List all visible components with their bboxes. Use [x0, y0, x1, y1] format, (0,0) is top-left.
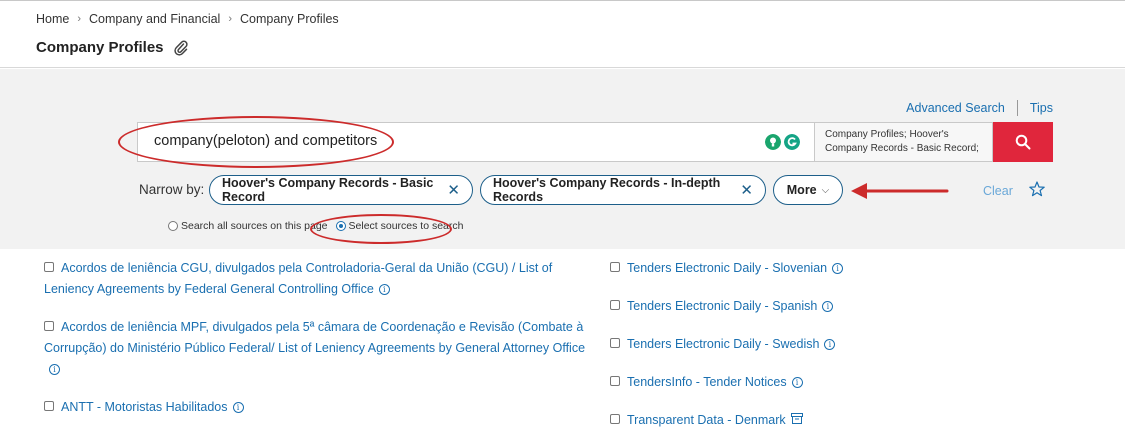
list-item[interactable]: TendersInfo - Tender Notices i: [610, 372, 1090, 393]
radio-select-sources[interactable]: [335, 221, 346, 231]
chevron-right-icon: ›: [228, 13, 233, 25]
more-filters-button[interactable]: More ⌵: [773, 175, 843, 205]
star-icon[interactable]: [1029, 181, 1045, 197]
list-item[interactable]: Acordos de leniência MPF, divulgados pel…: [44, 317, 589, 380]
archive-icon[interactable]: [790, 413, 803, 424]
radio-all-sources-label[interactable]: Search all sources on this page: [181, 220, 328, 232]
source-checkbox[interactable]: [610, 300, 620, 310]
source-link[interactable]: Tenders Electronic Daily - Slovenian: [627, 261, 827, 275]
filter-chip-basic-record[interactable]: Hoover's Company Records - Basic Record …: [209, 175, 473, 205]
clear-filters-link[interactable]: Clear: [983, 184, 1013, 198]
list-item[interactable]: Transparent Data - Denmark: [610, 410, 1090, 431]
page-title-text: Company Profiles: [36, 39, 164, 56]
chevron-down-icon: ⌵: [821, 184, 830, 196]
top-header: Home › Company and Financial › Company P…: [0, 0, 1125, 68]
breadcrumb-current: Company Profiles: [240, 12, 339, 26]
source-link[interactable]: ANTT - Motoristas Habilitados: [61, 400, 228, 414]
search-icon: [1015, 134, 1031, 150]
source-list-left: Acordos de leniência CGU, divulgados pel…: [44, 258, 589, 435]
search-panel: Advanced Search Tips Company Profiles; H…: [0, 69, 1125, 249]
paperclip-icon[interactable]: [173, 40, 188, 56]
list-item[interactable]: Tenders Electronic Daily - Spanish i: [610, 296, 1090, 317]
more-label: More: [786, 183, 817, 197]
breadcrumb-section[interactable]: Company and Financial: [89, 12, 220, 26]
narrow-by-label: Narrow by:: [139, 182, 205, 197]
source-scope-options: Search all sources on this page Select s…: [168, 220, 464, 232]
source-checkbox[interactable]: [610, 376, 620, 386]
annotation-arrow: [851, 183, 949, 199]
chevron-right-icon: ›: [77, 13, 82, 25]
list-item[interactable]: Tenders Electronic Daily - Swedish i: [610, 334, 1090, 355]
source-checkbox[interactable]: [44, 321, 54, 331]
search-links: Advanced Search Tips: [906, 100, 1053, 116]
advanced-search-link[interactable]: Advanced Search: [906, 101, 1005, 115]
bulb-extension-icon[interactable]: [765, 134, 781, 150]
source-link[interactable]: Tenders Electronic Daily - Swedish: [627, 337, 819, 351]
search-input[interactable]: [154, 133, 754, 149]
source-checkbox[interactable]: [610, 338, 620, 348]
info-icon[interactable]: i: [832, 263, 844, 274]
page-title: Company Profiles: [36, 39, 188, 56]
source-checkbox[interactable]: [610, 262, 620, 272]
breadcrumb: Home › Company and Financial › Company P…: [36, 12, 339, 26]
filter-chip-in-depth-records[interactable]: Hoover's Company Records - In-depth Reco…: [480, 175, 766, 205]
info-icon[interactable]: i: [232, 402, 244, 413]
source-checkbox[interactable]: [44, 401, 54, 411]
source-link[interactable]: Tenders Electronic Daily - Spanish: [627, 299, 817, 313]
source-checkbox[interactable]: [44, 262, 54, 272]
radio-all-sources[interactable]: [168, 221, 178, 231]
source-link[interactable]: Acordos de leniência CGU, divulgados pel…: [44, 261, 552, 296]
info-icon[interactable]: i: [378, 284, 390, 295]
close-icon[interactable]: ✕: [740, 181, 753, 199]
chip-label: Hoover's Company Records - Basic Record: [222, 176, 434, 204]
breadcrumb-home[interactable]: Home: [36, 12, 69, 26]
list-item[interactable]: ANTT - Motoristas Habilitados i: [44, 397, 589, 418]
info-icon[interactable]: i: [791, 377, 803, 388]
grammarly-icon[interactable]: [784, 134, 800, 150]
search-button[interactable]: [993, 122, 1053, 162]
source-link[interactable]: Acordos de leniência MPF, divulgados pel…: [44, 320, 585, 355]
source-checkbox[interactable]: [610, 414, 620, 424]
info-icon[interactable]: i: [824, 339, 836, 350]
list-item[interactable]: Tenders Electronic Daily - Slovenian i: [610, 258, 1090, 279]
search-box: [137, 122, 815, 162]
close-icon[interactable]: ✕: [447, 181, 460, 199]
radio-select-sources-label[interactable]: Select sources to search: [349, 220, 464, 232]
list-item[interactable]: Acordos de leniência CGU, divulgados pel…: [44, 258, 589, 300]
source-link[interactable]: TendersInfo - Tender Notices: [627, 375, 787, 389]
source-link[interactable]: Transparent Data - Denmark: [627, 413, 786, 427]
tips-link[interactable]: Tips: [1030, 101, 1053, 115]
info-icon[interactable]: i: [49, 364, 60, 375]
divider: [1016, 100, 1018, 116]
source-list-right: Tenders Electronic Daily - Slovenian i Te…: [610, 258, 1090, 440]
chip-label: Hoover's Company Records - In-depth Reco…: [493, 176, 721, 204]
extension-icons: [765, 134, 800, 150]
info-icon[interactable]: i: [822, 301, 834, 312]
selected-sources-summary[interactable]: Company Profiles; Hoover's Company Recor…: [815, 122, 993, 162]
